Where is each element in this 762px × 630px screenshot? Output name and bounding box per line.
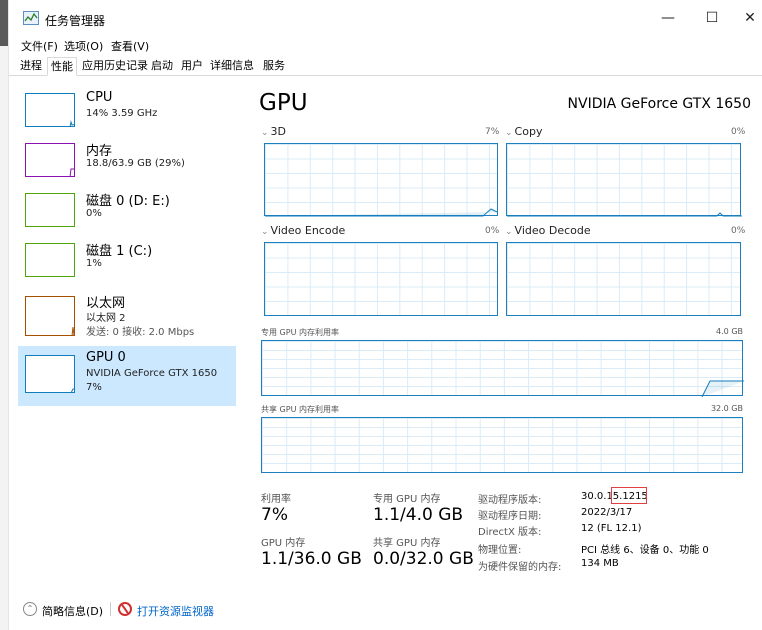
sidebar-item-title: CPU <box>86 90 113 105</box>
sidebar-item-gpu-0[interactable]: GPU 0 NVIDIA GeForce GTX 1650 7% <box>18 346 236 406</box>
engine-label: Video Encode <box>270 224 346 237</box>
window-title: 任务管理器 <box>45 14 106 28</box>
dedicated-gpu-memory-value: 1.1/4.0 GB <box>373 505 464 525</box>
tab-details[interactable]: 详细信息 <box>207 57 257 76</box>
engine-3d-max: 7% <box>485 127 500 137</box>
gpu-memory-label: GPU 内存 <box>261 538 306 549</box>
engine-video-decode-max: 0% <box>731 226 746 236</box>
sidebar-item-title: 磁盘 1 (C:) <box>86 244 153 259</box>
page-title: GPU <box>259 90 308 116</box>
background-window-dark-area <box>0 0 8 46</box>
chevron-down-icon: ⌄ <box>505 128 513 138</box>
disk-1-thumbnail-graph <box>25 243 75 277</box>
maximize-button[interactable]: ☐ <box>697 6 727 30</box>
close-button[interactable]: ✕ <box>735 6 762 30</box>
engine-3d-selector[interactable]: ⌄ 3D <box>261 125 286 138</box>
sidebar-item-title: 内存 <box>86 144 113 159</box>
chevron-down-icon: ⌄ <box>505 227 513 237</box>
sidebar-item-usage: 7% <box>86 382 102 393</box>
chevron-down-icon: ⌄ <box>261 128 269 138</box>
tab-app-history[interactable]: 应用历史记录 <box>79 57 151 76</box>
directx-version-label: DirectX 版本: <box>478 527 542 538</box>
title-bar: 任务管理器 — ☐ ✕ <box>9 0 762 36</box>
tab-bar: 进程 性能 应用历史记录 启动 用户 详细信息 服务 <box>9 56 762 76</box>
shared-gpu-memory-label: 共享 GPU 内存 <box>373 538 441 549</box>
shared-memory-graph <box>261 417 743 473</box>
sidebar-item-subtitle: 14% 3.59 GHz <box>86 108 158 119</box>
chevron-up-icon[interactable]: ⌃ <box>23 602 37 616</box>
minimize-button[interactable]: — <box>653 6 683 30</box>
dedicated-memory-graph <box>261 340 744 397</box>
sidebar-item-ethernet[interactable]: 以太网 以太网 2 发送: 0 接收: 2.0 Mbps <box>18 288 236 346</box>
menu-view[interactable]: 查看(V) <box>111 38 149 54</box>
shared-memory-capacity: 32.0 GB <box>710 404 743 413</box>
footer-divider <box>110 602 111 616</box>
driver-version-label: 驱动程序版本: <box>478 495 542 506</box>
sidebar-item-title: GPU 0 <box>86 350 126 365</box>
menu-options[interactable]: 选项(O) <box>64 38 103 54</box>
disk-0-thumbnail-graph <box>25 193 75 227</box>
driver-date-label: 驱动程序日期: <box>478 511 542 522</box>
open-resource-monitor-link[interactable]: 打开资源监视器 <box>137 603 214 619</box>
cpu-thumbnail-graph <box>25 93 75 127</box>
footer-bar: ⌃ 简略信息(D) 打开资源监视器 <box>9 586 762 630</box>
hardware-reserved-memory-value: 134 MB <box>581 558 619 569</box>
gpu-detail-panel: GPU NVIDIA GeForce GTX 1650 ⌄ 3D 7% ⌄ Copy… <box>245 86 751 586</box>
engine-video-encode-selector[interactable]: ⌄ Video Encode <box>261 224 345 237</box>
dedicated-gpu-memory-label: 专用 GPU 内存 <box>373 494 441 505</box>
tab-processes[interactable]: 进程 <box>17 57 45 76</box>
chevron-down-icon: ⌄ <box>261 227 269 237</box>
annotation-highlight-box <box>611 487 647 504</box>
fewer-details-button[interactable]: 简略信息(D) <box>42 603 103 619</box>
menu-bar: 文件(F) 选项(O) 查看(V) <box>9 36 762 54</box>
engine-copy-selector[interactable]: ⌄ Copy <box>505 125 542 138</box>
directx-version-value: 12 (FL 12.1) <box>581 523 642 534</box>
sidebar-item-subtitle: NVIDIA GeForce GTX 1650 <box>86 368 218 379</box>
physical-location-label: 物理位置: <box>478 545 522 556</box>
sidebar-item-subtitle: 18.8/63.9 GB (29%) <box>86 158 185 169</box>
driver-date-value: 2022/3/17 <box>581 507 633 518</box>
tab-performance[interactable]: 性能 <box>47 57 77 76</box>
engine-label: Video Decode <box>514 224 591 237</box>
memory-thumbnail-graph <box>25 143 75 177</box>
hardware-reserved-memory-label: 为硬件保留的内存: <box>478 562 562 573</box>
gpu-thumbnail-graph <box>25 355 75 393</box>
engine-video-decode-graph <box>506 242 741 316</box>
physical-location-value: PCI 总线 6、设备 0、功能 0 <box>581 545 709 556</box>
task-manager-icon <box>23 11 39 25</box>
shared-gpu-memory-value: 0.0/32.0 GB <box>373 549 474 569</box>
sidebar-item-disk-1[interactable]: 磁盘 1 (C:) 1% <box>18 236 236 294</box>
engine-copy-graph <box>506 143 742 217</box>
sidebar-item-subtitle: 1% <box>86 258 102 269</box>
gpu-model-name: NVIDIA GeForce GTX 1650 <box>567 96 751 112</box>
engine-video-decode-selector[interactable]: ⌄ Video Decode <box>505 224 591 237</box>
engine-label: Copy <box>514 125 543 138</box>
sidebar-item-title: 磁盘 0 (D: E:) <box>86 194 170 209</box>
sidebar-item-subtitle: 以太网 2 <box>86 313 126 324</box>
sidebar-item-network-rate: 发送: 0 接收: 2.0 Mbps <box>86 327 195 338</box>
shared-memory-label: 共享 GPU 内存利用率 <box>261 405 339 414</box>
engine-video-encode-graph <box>264 242 498 316</box>
tab-services[interactable]: 服务 <box>260 57 288 76</box>
engine-label: 3D <box>270 125 287 138</box>
engine-3d-graph <box>264 143 498 217</box>
dedicated-memory-capacity: 4.0 GB <box>716 327 743 336</box>
sidebar-item-subtitle: 0% <box>86 208 102 219</box>
dedicated-memory-label: 专用 GPU 内存利用率 <box>261 328 339 337</box>
background-window-edge <box>0 0 9 630</box>
engine-copy-max: 0% <box>731 127 746 137</box>
engine-video-encode-max: 0% <box>485 226 500 236</box>
utilization-label: 利用率 <box>261 494 291 505</box>
menu-file[interactable]: 文件(F) <box>21 38 58 54</box>
utilization-value: 7% <box>261 505 288 525</box>
resource-monitor-icon <box>118 602 132 616</box>
tab-startup[interactable]: 启动 <box>148 57 176 76</box>
tab-users[interactable]: 用户 <box>178 57 206 76</box>
ethernet-thumbnail-graph <box>25 296 75 336</box>
gpu-memory-value: 1.1/36.0 GB <box>261 549 362 569</box>
